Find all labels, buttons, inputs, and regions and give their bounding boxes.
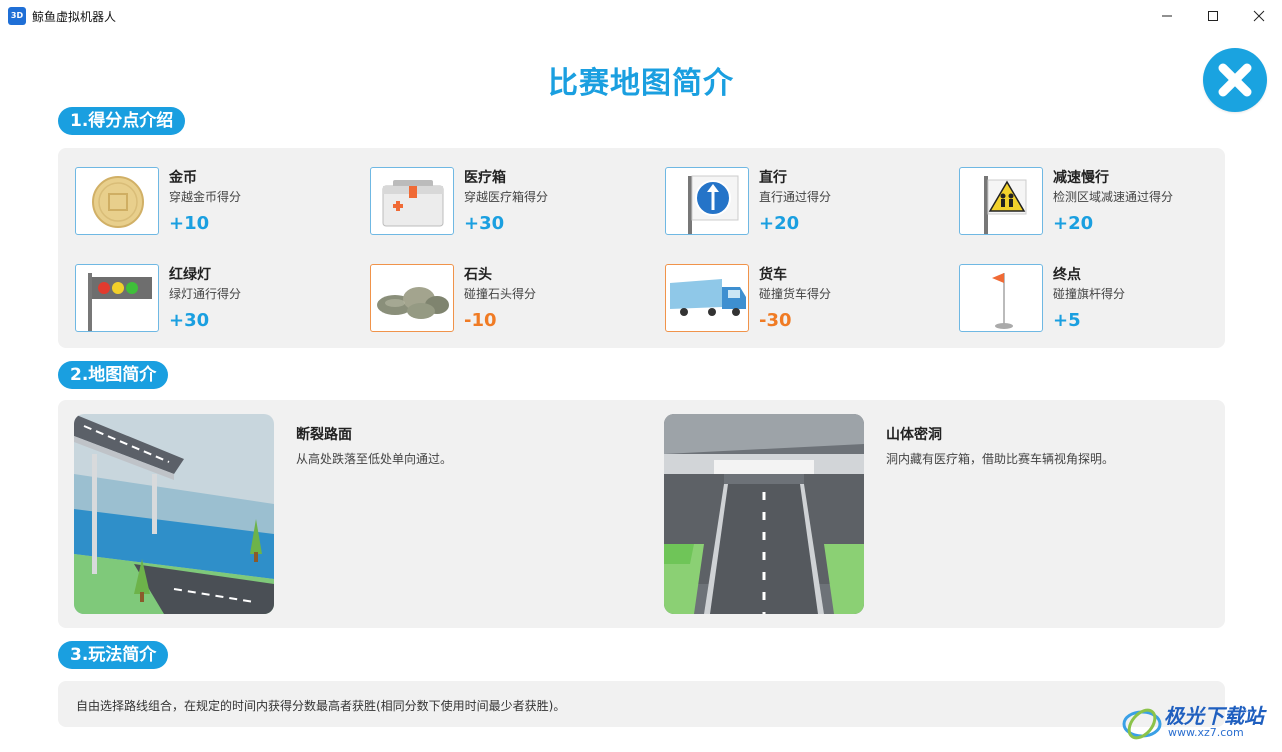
score-item-name: 减速慢行 (1053, 170, 1109, 186)
traffic-light-icon (75, 264, 159, 332)
minimize-icon (1162, 15, 1172, 17)
maximize-icon (1208, 11, 1218, 21)
map-desc: 洞内藏有医疗箱，借助比赛车辆视角探明。 (886, 452, 1115, 466)
score-item-name: 金币 (169, 170, 197, 186)
score-item-desc: 碰撞旗杆得分 (1053, 287, 1126, 301)
score-item-value: -10 (464, 310, 497, 331)
watermark-name: 极光下载站 (1164, 704, 1264, 728)
map-card-mountain-tunnel: 山体密洞 洞内藏有医疗箱，借助比赛车辆视角探明。 (648, 414, 1208, 614)
score-item-name: 医疗箱 (464, 170, 506, 186)
score-item-truck: 货车 碰撞货车得分 -30 (665, 264, 945, 334)
slow-down-sign-icon (959, 167, 1043, 235)
score-item-value: +20 (1053, 213, 1094, 234)
rocks-icon (370, 264, 454, 332)
score-item-straight: 直行 直行通过得分 +20 (665, 167, 945, 237)
section-scoring-label: 1.得分点介绍 (58, 107, 186, 135)
score-item-name: 终点 (1053, 267, 1081, 283)
maximize-button[interactable] (1190, 0, 1236, 32)
score-item-value: -30 (759, 310, 792, 331)
score-item-value: +5 (1053, 310, 1081, 331)
score-item-desc: 碰撞石头得分 (464, 287, 537, 301)
window-close-icon (1253, 10, 1265, 22)
score-item-rocks: 石头 碰撞石头得分 -10 (370, 264, 650, 334)
map-card-broken-road: 断裂路面 从高处跌落至低处单向通过。 (58, 414, 618, 614)
close-icon (1218, 63, 1252, 97)
map-name: 山体密洞 (886, 427, 942, 443)
app-icon: 3D (8, 7, 26, 25)
medical-kit-icon (370, 167, 454, 235)
map-name: 断裂路面 (296, 427, 352, 443)
watermark-url: www.xz7.com (1168, 726, 1244, 739)
page-title: 比赛地图简介 (548, 66, 734, 101)
section-gameplay-label: 3.玩法简介 (58, 641, 169, 669)
window-titlebar: 3D 鲸鱼虚拟机器人 (0, 0, 1282, 32)
score-item-value: +30 (169, 310, 210, 331)
score-item-desc: 穿越医疗箱得分 (464, 190, 549, 204)
mountain-tunnel-map-image (664, 414, 864, 614)
watermark-logo-icon (1122, 708, 1162, 740)
gold-coin-icon (75, 167, 159, 235)
scoring-panel: 金币 穿越金币得分 +10 医疗箱 穿越医疗箱得分 +30 直行 直行通过得分 … (58, 148, 1225, 348)
gameplay-text: 自由选择路线组合，在规定的时间内获得分数最高者获胜(相同分数下使用时间最少者获胜… (76, 699, 566, 713)
window-close-button[interactable] (1236, 0, 1282, 32)
score-item-desc: 穿越金币得分 (169, 190, 242, 204)
score-item-desc: 检测区域减速通过得分 (1053, 190, 1174, 204)
score-item-medkit: 医疗箱 穿越医疗箱得分 +30 (370, 167, 650, 237)
score-item-slowdown: 减速慢行 检测区域减速通过得分 +20 (959, 167, 1239, 237)
score-item-finish: 终点 碰撞旗杆得分 +5 (959, 264, 1239, 334)
score-item-name: 直行 (759, 170, 787, 186)
score-item-value: +10 (169, 213, 210, 234)
minimize-button[interactable] (1144, 0, 1190, 32)
broken-road-map-image (74, 414, 274, 614)
score-item-desc: 碰撞货车得分 (759, 287, 832, 301)
score-item-value: +20 (759, 213, 800, 234)
score-item-desc: 绿灯通行得分 (169, 287, 242, 301)
maps-panel: 断裂路面 从高处跌落至低处单向通过。 山体密洞 洞内藏有医疗箱，借助比赛车辆视角 (58, 400, 1225, 628)
score-item-value: +30 (464, 213, 505, 234)
window-title: 鲸鱼虚拟机器人 (32, 10, 117, 24)
score-item-name: 货车 (759, 267, 787, 283)
finish-flag-icon (959, 264, 1043, 332)
watermark: 极光下载站 www.xz7.com (1118, 698, 1278, 746)
score-item-name: 石头 (464, 267, 492, 283)
score-item-name: 红绿灯 (169, 267, 211, 283)
map-desc: 从高处跌落至低处单向通过。 (296, 452, 453, 466)
close-dialog-button[interactable] (1203, 48, 1267, 112)
score-item-coin: 金币 穿越金币得分 +10 (75, 167, 355, 237)
score-item-traffic-light: 红绿灯 绿灯通行得分 +30 (75, 264, 355, 334)
section-maps-label: 2.地图简介 (58, 361, 169, 389)
gameplay-panel: 自由选择路线组合，在规定的时间内获得分数最高者获胜(相同分数下使用时间最少者获胜… (58, 681, 1225, 727)
score-item-desc: 直行通过得分 (759, 190, 832, 204)
straight-arrow-sign-icon (665, 167, 749, 235)
truck-icon (665, 264, 749, 332)
